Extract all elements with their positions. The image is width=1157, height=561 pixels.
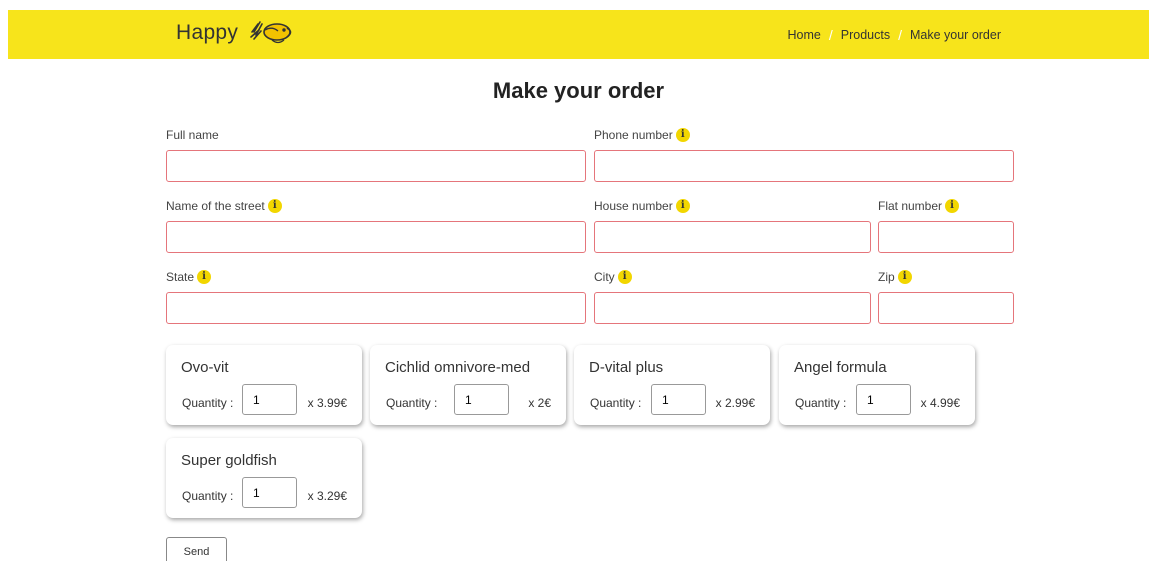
- product-price: x 2€: [528, 396, 551, 410]
- quantity-label: Quantity :: [182, 489, 234, 503]
- fish-logo-icon[interactable]: [248, 18, 296, 46]
- brand-name[interactable]: Happy: [176, 21, 238, 45]
- product-price: x 3.99€: [307, 396, 347, 410]
- page-title: Make your order: [492, 78, 665, 103]
- full-name-input[interactable]: [166, 150, 586, 182]
- product-price: x 2.99€: [715, 396, 755, 410]
- state-input[interactable]: [166, 292, 586, 324]
- quantity-label: Quantity :: [386, 396, 438, 410]
- product-name: Super goldfish: [181, 452, 277, 469]
- product-name: Angel formula: [794, 359, 887, 376]
- city-label: City i: [594, 270, 632, 284]
- phone-label: Phone number i: [594, 128, 690, 142]
- flat-number-input[interactable]: [878, 221, 1014, 253]
- state-label: State i: [166, 270, 212, 284]
- info-icon[interactable]: i: [267, 199, 282, 213]
- quantity-input[interactable]: [856, 384, 911, 415]
- breadcrumb: Home / Products / Make your order: [788, 27, 1001, 43]
- house-number-label: House number i: [594, 199, 690, 213]
- info-icon[interactable]: i: [617, 270, 632, 284]
- product-card: Angel formula Quantity : x 4.99€: [779, 345, 975, 425]
- product-card: Ovo-vit Quantity : x 3.99€: [166, 345, 362, 425]
- product-name: Cichlid omnivore-med: [385, 359, 531, 376]
- product-name: Ovo-vit: [181, 359, 229, 376]
- breadcrumb-current: Make your order: [909, 28, 1001, 42]
- breadcrumb-products[interactable]: Products: [841, 28, 890, 42]
- send-button[interactable]: Send: [166, 537, 227, 561]
- info-icon[interactable]: i: [675, 128, 690, 142]
- product-card: D-vital plus Quantity : x 2.99€: [574, 345, 770, 425]
- quantity-input[interactable]: [651, 384, 706, 415]
- house-number-input[interactable]: [594, 221, 871, 253]
- street-input[interactable]: [166, 221, 586, 253]
- quantity-input[interactable]: [242, 477, 297, 508]
- quantity-label: Quantity :: [182, 396, 234, 410]
- navbar: Happy Home / Products / Make your order: [8, 10, 1149, 59]
- product-price: x 4.99€: [920, 396, 960, 410]
- zip-label: Zip i: [878, 270, 912, 284]
- full-name-label: Full name: [166, 128, 219, 142]
- info-icon[interactable]: i: [897, 270, 912, 284]
- info-icon[interactable]: i: [675, 199, 690, 213]
- product-card: Cichlid omnivore-med Quantity : x 2€: [370, 345, 566, 425]
- product-name: D-vital plus: [589, 359, 664, 376]
- breadcrumb-separator: /: [898, 27, 902, 43]
- flat-number-label: Flat number i: [878, 199, 960, 213]
- info-icon[interactable]: i: [945, 199, 960, 213]
- zip-input[interactable]: [878, 292, 1014, 324]
- breadcrumb-separator: /: [828, 27, 833, 43]
- quantity-input[interactable]: [242, 384, 297, 415]
- street-label: Name of the street i: [166, 199, 282, 213]
- product-card: Super goldfish Quantity : x 3.29€: [166, 438, 362, 518]
- quantity-label: Quantity :: [795, 396, 847, 410]
- quantity-label: Quantity :: [590, 396, 642, 410]
- phone-input[interactable]: [594, 150, 1014, 182]
- product-price: x 3.29€: [307, 489, 347, 503]
- breadcrumb-home[interactable]: Home: [788, 28, 821, 42]
- quantity-input[interactable]: [454, 384, 509, 415]
- city-input[interactable]: [594, 292, 871, 324]
- info-icon[interactable]: i: [197, 270, 212, 284]
